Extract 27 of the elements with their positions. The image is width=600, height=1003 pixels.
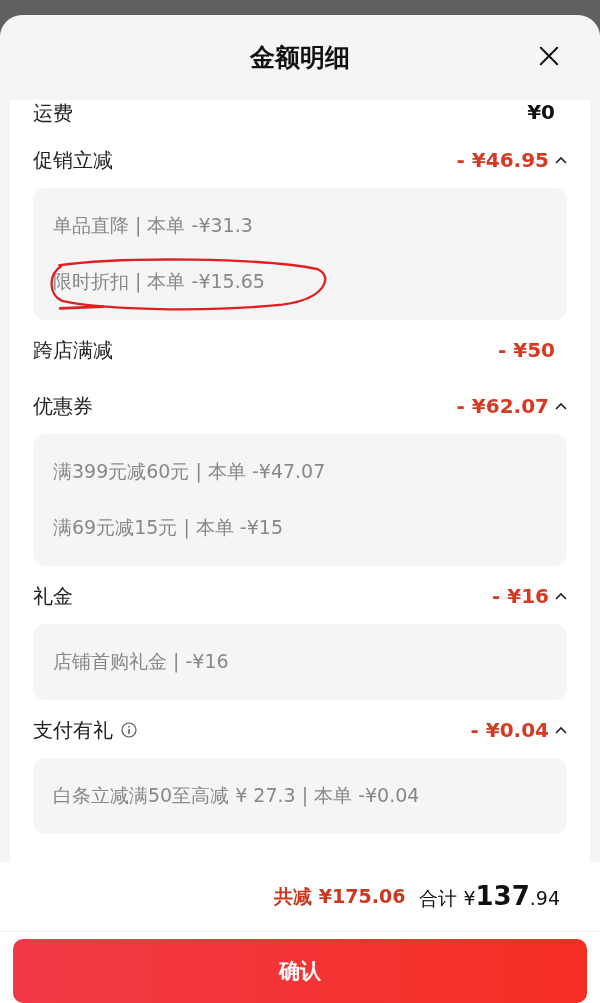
detail-text: 限时折扣 | 本单 -¥15.65	[53, 269, 265, 295]
row-label: 礼金	[33, 582, 73, 610]
detail-text: 满69元减15元 | 本单 -¥15	[53, 515, 283, 541]
row-amount: - ¥16	[492, 584, 549, 608]
row-amount: - ¥62.07	[456, 394, 549, 418]
detail-text: 店铺首购礼金 | -¥16	[53, 649, 229, 675]
row-label: 支付有礼	[33, 716, 113, 744]
sheet-title: 金额明细	[250, 42, 350, 74]
detail-text: 满399元减60元 | 本单 -¥47.07	[53, 459, 326, 485]
row-label: 优惠券	[33, 392, 93, 420]
detail-text: 单品直降 | 本单 -¥31.3	[53, 213, 253, 239]
row-amount: ¥0	[527, 100, 555, 124]
caret-icon[interactable]	[555, 726, 567, 734]
total-discount: 共减 ¥175.06	[274, 883, 406, 909]
row-amount: - ¥50	[498, 338, 555, 362]
close-icon[interactable]	[538, 45, 560, 67]
row-label: 运费	[33, 100, 73, 127]
caret-icon[interactable]	[555, 156, 567, 164]
caret-icon[interactable]	[555, 402, 567, 410]
row-amount: - ¥46.95	[456, 148, 549, 172]
detail-text: 白条立减满50至高减 ¥ 27.3 | 本单 -¥0.04	[53, 783, 420, 809]
caret-icon[interactable]	[555, 592, 567, 600]
row-amount: - ¥0.04	[470, 718, 549, 742]
row-label: 跨店满减	[33, 336, 113, 364]
total-price: 合计 ¥137.94	[419, 881, 560, 913]
row-label: 促销立减	[33, 146, 113, 174]
confirm-button[interactable]: 确认	[13, 939, 587, 1003]
